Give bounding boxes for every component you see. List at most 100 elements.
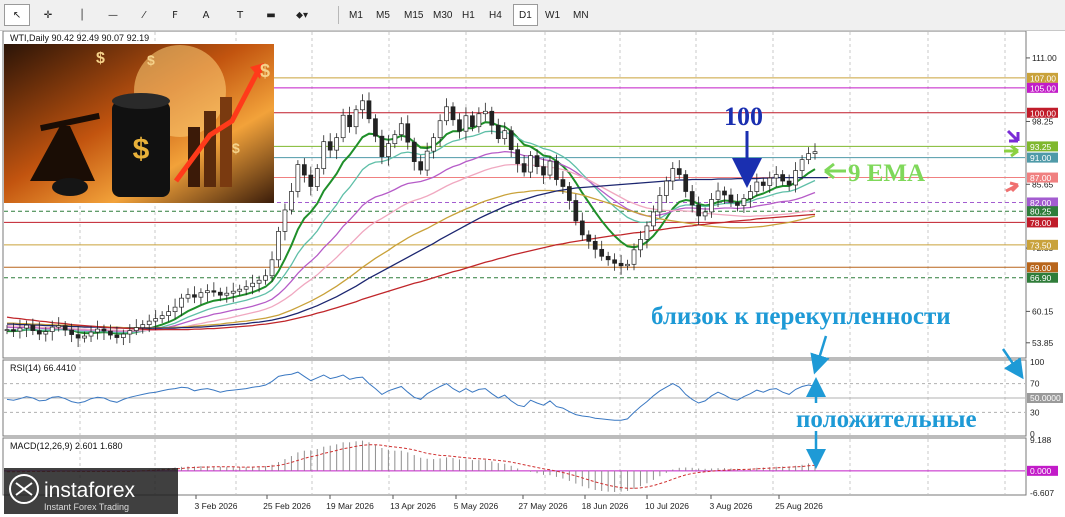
timeframe-w1[interactable]: W1 <box>540 4 565 26</box>
level-tag-label: 107.00 <box>1030 73 1056 83</box>
candle-body <box>799 159 805 171</box>
timeframe-m30[interactable]: M30 <box>428 4 457 26</box>
candle-body <box>495 124 501 140</box>
candle-body <box>541 166 546 176</box>
svg-text:$: $ <box>260 61 270 81</box>
candle-body <box>360 100 365 111</box>
candle-body <box>30 324 36 331</box>
time-axis-label: 25 Feb 2026 <box>263 501 311 511</box>
candle-body <box>49 326 55 332</box>
rsi-axis-label: 50.0000 <box>1030 393 1061 403</box>
candle-body <box>560 179 566 187</box>
timeframe-m5[interactable]: M5 <box>371 4 395 26</box>
candle-body <box>528 155 533 173</box>
rsi-axis-label: 70 <box>1030 379 1040 389</box>
candle-body <box>547 160 553 176</box>
toolbar-separator <box>338 6 339 24</box>
candle-body <box>347 114 352 128</box>
candle-body <box>508 130 514 150</box>
timeframe-m15[interactable]: M15 <box>399 4 428 26</box>
candle-body <box>282 209 288 232</box>
candle-body <box>457 119 462 132</box>
fibonacci-icon[interactable]: F <box>162 4 188 26</box>
candle-body <box>250 282 255 288</box>
svg-text:$: $ <box>147 52 155 68</box>
candle-body <box>780 174 786 182</box>
candle-body <box>327 141 333 151</box>
level-tag-label: 73.50 <box>1030 240 1052 250</box>
text-label-icon[interactable]: T <box>227 4 253 26</box>
candle-body <box>470 115 475 128</box>
candle-body <box>224 292 230 296</box>
candle-body <box>263 275 268 281</box>
candle-body <box>411 141 417 162</box>
candle-body <box>24 324 29 329</box>
level-tag-label: 78.00 <box>1030 218 1052 228</box>
rsi-axis-label: 30 <box>1030 407 1040 417</box>
candle-body <box>554 160 559 180</box>
candle-body <box>444 106 449 122</box>
text-icon[interactable]: A <box>193 4 219 26</box>
trendline-icon[interactable]: ⁄ <box>131 4 157 26</box>
svg-text:$: $ <box>96 50 105 67</box>
time-axis-label: 10 Jul 2026 <box>645 501 689 511</box>
timeframe-d1[interactable]: D1 <box>513 4 538 26</box>
candle-body <box>476 113 482 128</box>
candle-body <box>230 290 236 294</box>
candle-body <box>437 120 443 139</box>
candle-body <box>715 190 721 200</box>
macd-axis-label: 0.000 <box>1030 466 1052 476</box>
candle-body <box>146 320 152 325</box>
candle-body <box>75 334 81 339</box>
candle-body <box>657 195 663 213</box>
candle-body <box>405 123 411 143</box>
candle-body <box>185 294 191 299</box>
candle-body <box>689 191 695 206</box>
candle-body <box>786 180 792 186</box>
cursor-icon[interactable]: ↖ <box>4 4 30 26</box>
candle-body <box>793 170 798 186</box>
svg-text:$: $ <box>133 133 150 166</box>
crosshair-icon[interactable]: ✛ <box>35 4 61 26</box>
shapes-dropdown-icon[interactable]: ⬥▾ <box>289 4 315 26</box>
candle-body <box>321 141 327 169</box>
timeframe-h4[interactable]: H4 <box>484 4 507 26</box>
rsi-title: RSI(14) 66.4410 <box>10 363 76 373</box>
rectangle-icon[interactable]: ▬ <box>258 4 284 26</box>
svg-text:$: $ <box>232 140 240 156</box>
price-title: WTI,Daily 90.42 92.49 90.07 92.19 <box>10 33 149 43</box>
candle-body <box>62 325 68 331</box>
candle-body <box>308 174 314 187</box>
timeframe-mn[interactable]: MN <box>568 4 594 26</box>
candle-body <box>159 315 165 319</box>
horizontal-line-icon[interactable]: — <box>100 4 126 26</box>
candle-body <box>69 329 74 335</box>
candle-body <box>43 331 49 335</box>
candle-body <box>243 286 249 290</box>
candle-body <box>767 177 773 186</box>
candle-body <box>295 164 301 192</box>
macd-axis-label: -6.607 <box>1030 488 1054 498</box>
timeframe-m1[interactable]: M1 <box>344 4 368 26</box>
candle-body <box>153 318 159 322</box>
level-tag-label: 93.25 <box>1030 142 1052 152</box>
level-tag-label: 87.00 <box>1030 173 1052 183</box>
candle-body <box>127 330 133 335</box>
price-axis-label: 53.85 <box>1032 338 1054 348</box>
candle-body <box>386 143 391 157</box>
time-axis: 3 Feb 2026 25 Feb 2026 19 Mar 2026 13 Apr 2… <box>194 495 823 511</box>
candle-body <box>670 168 676 182</box>
candle-body <box>638 239 643 251</box>
candle-body <box>567 186 572 201</box>
timeframe-h1[interactable]: H1 <box>457 4 480 26</box>
candle-body <box>133 327 139 331</box>
rsi-axis-label: 100 <box>1030 357 1044 367</box>
candle-body <box>676 168 682 175</box>
candle-body <box>11 329 16 332</box>
time-axis-label: 3 Aug 2026 <box>709 501 752 511</box>
vertical-line-icon[interactable]: │ <box>69 4 95 26</box>
level-tag-label: 100.00 <box>1030 108 1056 118</box>
macd-title: MACD(12,26,9) 2.601 1.680 <box>10 441 123 451</box>
chart-area: $ $ $ $ $ WTI,Daily 90.42 92.49 90.07 92… <box>2 31 1063 514</box>
candle-body <box>599 248 605 257</box>
